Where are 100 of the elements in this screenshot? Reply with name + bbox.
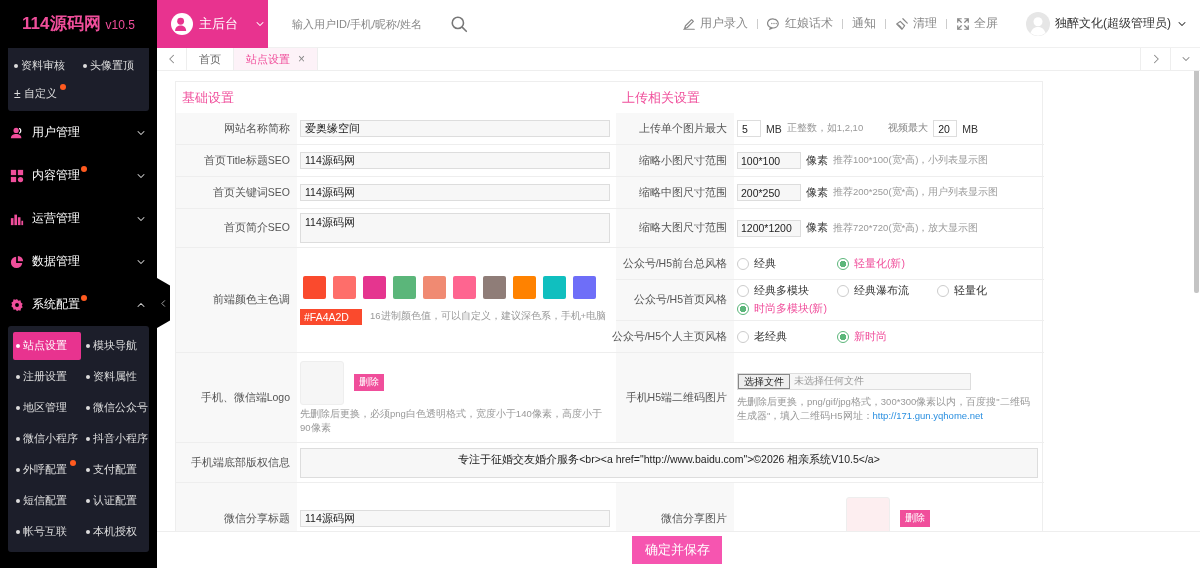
submenu-item[interactable]: 抖音小程序 bbox=[83, 425, 151, 453]
radio-option[interactable]: 新时尚 bbox=[837, 329, 923, 344]
input-field[interactable]: 20 bbox=[933, 120, 958, 137]
color-swatch[interactable] bbox=[303, 275, 326, 299]
field-label: 公众号/H5首页风格 bbox=[616, 280, 734, 320]
notification-dot bbox=[81, 295, 87, 301]
submenu-item[interactable]: 注册设置 bbox=[13, 363, 81, 391]
field-label: 网站名称简称 bbox=[176, 113, 297, 144]
radio-option[interactable]: 轻量化 bbox=[937, 284, 1023, 298]
submenu-item[interactable]: 资料属性 bbox=[83, 363, 151, 391]
color-swatch[interactable] bbox=[363, 275, 386, 299]
hint-text: 先删除后更换，必须png白色透明格式，宽度小于140像素，高度小于90像素 bbox=[300, 406, 603, 435]
radio-option[interactable]: 轻量化(新) bbox=[837, 256, 923, 271]
field-label: 手机端底部版权信息 bbox=[176, 443, 297, 482]
color-swatch[interactable] bbox=[453, 275, 476, 299]
plus-minus-icon: ± bbox=[14, 87, 21, 101]
header-link[interactable]: 红娘话术 bbox=[767, 15, 833, 32]
submenu-item[interactable]: 资料审核 bbox=[11, 52, 78, 80]
user-menu[interactable]: 独醉文化(超级管理员) bbox=[1026, 11, 1188, 36]
hint-text: 推荐720*720(宽*高)，放大显示图 bbox=[833, 221, 979, 235]
field-label: 公众号/H5前台总风格 bbox=[616, 248, 734, 279]
submenu-item[interactable]: 本机授权 bbox=[83, 518, 151, 546]
users-icon bbox=[10, 125, 24, 140]
submenu-item[interactable]: 微信小程序 bbox=[13, 425, 81, 453]
field-label: 首页Title标题SEO bbox=[176, 145, 297, 176]
submenu-item[interactable]: 站点设置 bbox=[13, 332, 81, 360]
text-area[interactable]: 114源码网 bbox=[300, 213, 610, 243]
submenu-item[interactable]: 外呼配置 bbox=[13, 456, 81, 484]
avatar-icon bbox=[1026, 11, 1050, 36]
field-label: 微信分享图片 bbox=[616, 483, 734, 531]
scrollbar[interactable] bbox=[1194, 71, 1199, 293]
submenu-item[interactable]: 头像置顶 bbox=[79, 52, 146, 80]
console-button[interactable]: 主后台 bbox=[157, 0, 268, 48]
input-field[interactable]: 114源码网 bbox=[300, 152, 610, 169]
input-field[interactable]: 114源码网 bbox=[300, 510, 610, 527]
submenu-item[interactable]: 模块导航 bbox=[83, 332, 151, 360]
submenu-item[interactable]: 微信公众号 bbox=[83, 394, 151, 422]
input-field[interactable]: 5 bbox=[737, 120, 761, 137]
radio-option[interactable]: 时尚多模块(新) bbox=[737, 302, 827, 316]
radio-option[interactable]: 经典 bbox=[737, 256, 823, 271]
radio-option[interactable]: 老经典 bbox=[737, 329, 823, 344]
submenu-item[interactable]: 支付配置 bbox=[83, 456, 151, 484]
header-link[interactable]: 通知 bbox=[852, 15, 876, 32]
field-label: 缩略小图尺寸范围 bbox=[616, 145, 734, 176]
broom-icon bbox=[895, 16, 909, 31]
notification-dot bbox=[59, 84, 66, 90]
field-label: 首页简介SEO bbox=[176, 209, 297, 247]
color-swatch[interactable] bbox=[543, 275, 566, 299]
notification-dot bbox=[81, 166, 87, 172]
input-field[interactable]: 100*100 bbox=[737, 152, 801, 169]
input-field[interactable]: 1200*1200 bbox=[737, 219, 801, 237]
submenu-item[interactable]: 认证配置 bbox=[83, 487, 151, 515]
color-swatch[interactable] bbox=[333, 275, 356, 299]
color-swatch[interactable] bbox=[423, 275, 446, 299]
color-swatch[interactable] bbox=[573, 275, 596, 299]
field-label: 上传单个图片最大 bbox=[616, 113, 734, 144]
grid-icon bbox=[10, 168, 24, 183]
color-swatch[interactable] bbox=[393, 275, 416, 299]
url-link[interactable]: http://171.gun.yqhome.net bbox=[872, 409, 983, 421]
submenu-item[interactable]: 帐号互联 bbox=[13, 518, 81, 546]
field-label: 前端颜色主色调 bbox=[176, 248, 297, 352]
radio-option[interactable]: 经典多模块 bbox=[737, 284, 823, 298]
expand-icon bbox=[956, 16, 970, 31]
menu-item[interactable]: 用户管理 bbox=[8, 111, 149, 154]
choose-file-button[interactable]: 选择文件 bbox=[738, 373, 790, 389]
hint-text: 先删除后更换，png/gif/jpg格式，300*300像素以内，百度搜"二维码生成器"，填入二维码H5网址：http://171.gun.yqhome.net bbox=[737, 394, 1031, 423]
file-input[interactable]: 选择文件 未选择任何文件 bbox=[737, 372, 971, 390]
menu-item[interactable]: 内容管理 bbox=[8, 154, 149, 197]
field-label: 微信分享标题 bbox=[176, 483, 297, 531]
section-title: 基础设置 bbox=[181, 90, 235, 107]
hint-text: 推荐200*250(宽*高)，用户列表显示图 bbox=[833, 186, 999, 199]
input-field[interactable]: 200*250 bbox=[737, 184, 801, 201]
submenu-item[interactable]: 短信配置 bbox=[13, 487, 81, 515]
search-icon bbox=[450, 14, 468, 33]
chat-icon bbox=[767, 16, 781, 31]
input-field[interactable]: 114源码网 bbox=[300, 184, 610, 201]
unit-label: 像素 bbox=[806, 185, 828, 200]
logo-text: 114源码网 bbox=[22, 13, 101, 35]
field-label: 手机H5端二维码图片 bbox=[616, 353, 734, 442]
unit-label: 像素 bbox=[806, 221, 828, 235]
field-label: 手机、微信端Logo bbox=[176, 353, 297, 442]
color-swatch[interactable] bbox=[513, 275, 536, 299]
radio-option[interactable]: 经典瀑布流 bbox=[837, 284, 923, 298]
file-status: 未选择任何文件 bbox=[793, 374, 864, 388]
notification-dot bbox=[70, 460, 76, 466]
submenu-item[interactable]: 地区管理 bbox=[13, 394, 81, 422]
collapse-handle[interactable] bbox=[157, 278, 170, 328]
field-label: 首页关键词SEO bbox=[176, 177, 297, 208]
user-avatar-icon bbox=[171, 12, 193, 35]
header-link[interactable]: 用户录入 bbox=[682, 15, 748, 32]
menu-item[interactable]: 数据管理 bbox=[8, 240, 149, 283]
menu-item[interactable]: 系统配置 bbox=[8, 283, 149, 326]
submenu-item[interactable]: ± 自定义 bbox=[11, 80, 78, 108]
field-label: 缩略中图尺寸范围 bbox=[616, 177, 734, 208]
header-link[interactable]: 清理 bbox=[895, 15, 937, 32]
menu-item[interactable]: 运营管理 bbox=[8, 197, 149, 240]
color-swatch[interactable] bbox=[483, 275, 506, 299]
input-field[interactable]: 爱奥缘空间 bbox=[300, 120, 610, 137]
text-area[interactable]: 专注于征婚交友婚介服务<br><a href="http://www.baidu.com">©2026 相亲系统V10.5</a> bbox=[300, 447, 1038, 478]
header-link[interactable]: 全屏 bbox=[956, 15, 998, 32]
